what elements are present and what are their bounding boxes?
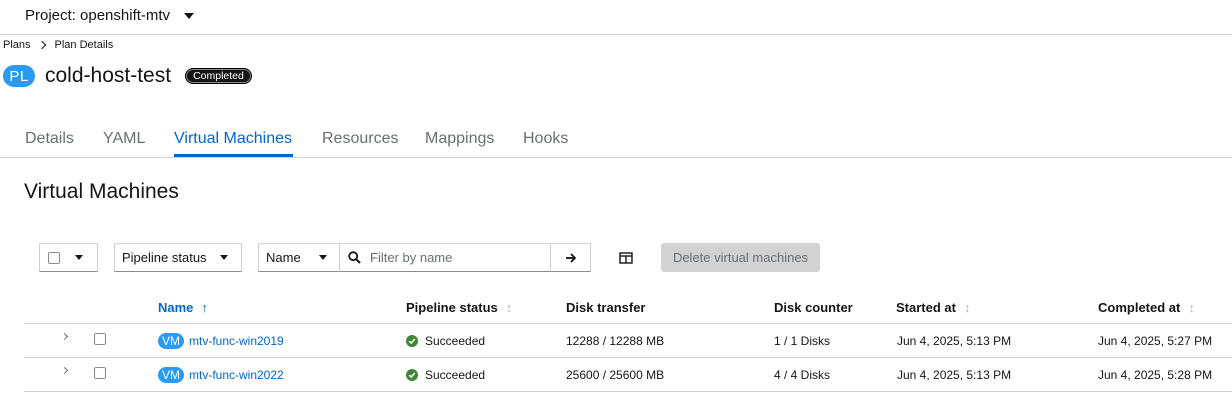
project-bar: Project: openshift-mtv [0, 0, 1232, 35]
sort-asc-icon: ↑ [201, 300, 208, 315]
table-row: VM mtv-func-win2022 Succeeded 25600 / 25… [24, 358, 1232, 392]
caret-down-icon [75, 255, 83, 260]
vm-badge: VM [158, 333, 184, 349]
project-selector[interactable]: Project: openshift-mtv [25, 7, 195, 24]
caret-down-icon [319, 255, 327, 260]
sort-icon: ↕ [1188, 300, 1195, 315]
name-filter-select[interactable]: Name [258, 243, 340, 272]
tab-hooks[interactable]: Hooks [523, 130, 568, 148]
bulk-select-dropdown[interactable] [39, 243, 98, 272]
tab-yaml[interactable]: YAML [103, 130, 145, 148]
column-header-disk-transfer: Disk transfer [566, 300, 646, 315]
caret-down-icon [184, 12, 195, 19]
started-at-cell: Jun 4, 2025, 5:13 PM [897, 334, 1012, 348]
tabs: Details YAML Virtual Machines Resources … [0, 120, 1232, 158]
manage-columns-button[interactable] [612, 244, 640, 272]
vm-badge: VM [158, 367, 184, 383]
sort-icon: ↕ [963, 300, 971, 315]
search-icon [348, 251, 361, 264]
vm-name-cell: VM mtv-func-win2019 [158, 333, 284, 349]
select-all-checkbox[interactable] [48, 251, 60, 264]
table-header: Name ↑ Pipeline status ↕ Disk transfer D… [24, 290, 1232, 324]
chevron-right-icon [37, 40, 46, 50]
row-select[interactable] [94, 367, 106, 379]
disk-counter-cell: 4 / 4 Disks [774, 368, 831, 382]
status-badge: Completed [185, 68, 252, 84]
row-checkbox[interactable] [94, 367, 106, 379]
disk-counter-cell: 1 / 1 Disks [774, 334, 831, 348]
delete-virtual-machines-button[interactable]: Delete virtual machines [661, 243, 820, 272]
row-checkbox[interactable] [94, 333, 106, 345]
section-title: Virtual Machines [24, 180, 179, 203]
row-select[interactable] [94, 333, 106, 345]
vm-name-cell: VM mtv-func-win2022 [158, 367, 284, 383]
sort-icon: ↕ [505, 300, 513, 315]
vm-name-link[interactable]: mtv-func-win2022 [189, 368, 284, 382]
chevron-right-icon [60, 332, 69, 341]
breadcrumb-plans[interactable]: Plans [3, 39, 31, 51]
breadcrumb: Plans Plan Details [3, 39, 113, 51]
column-header-name[interactable]: Name ↑ [158, 300, 208, 315]
search-input[interactable] [370, 250, 540, 265]
breadcrumb-plan-details: Plan Details [54, 39, 114, 51]
chevron-right-icon [60, 366, 69, 375]
check-circle-icon [406, 369, 418, 381]
pipeline-status-filter[interactable]: Pipeline status [114, 243, 242, 272]
active-tab-indicator [174, 154, 293, 157]
pipeline-status-cell: Succeeded [406, 368, 485, 382]
completed-at-cell: Jun 4, 2025, 5:27 PM [1098, 334, 1213, 348]
pipeline-status-text: Succeeded [425, 334, 486, 348]
column-header-disk-counter: Disk counter [774, 300, 853, 315]
arrow-right-icon [565, 252, 576, 263]
tab-resources[interactable]: Resources [322, 130, 398, 148]
check-circle-icon [406, 335, 418, 347]
column-header-completed-at[interactable]: Completed at ↕ [1098, 300, 1195, 315]
name-filter-label: Name [266, 250, 301, 265]
row-expand-toggle[interactable] [60, 366, 69, 375]
pipeline-status-filter-label: Pipeline status [122, 250, 207, 265]
disk-transfer-cell: 12288 / 12288 MB [566, 334, 665, 348]
tab-details[interactable]: Details [25, 130, 74, 148]
pipeline-status-cell: Succeeded [406, 334, 485, 348]
search-box [339, 243, 551, 272]
table-row: VM mtv-func-win2019 Succeeded 12288 / 12… [24, 324, 1232, 358]
plan-badge: PL [3, 65, 35, 87]
column-header-started-at[interactable]: Started at ↕ [896, 300, 970, 315]
column-header-pipeline-status[interactable]: Pipeline status ↕ [406, 300, 512, 315]
vm-name-link[interactable]: mtv-func-win2019 [189, 334, 284, 348]
tab-virtual-machines[interactable]: Virtual Machines [174, 130, 292, 148]
pipeline-status-text: Succeeded [425, 368, 486, 382]
completed-at-cell: Jun 4, 2025, 5:28 PM [1098, 368, 1213, 382]
columns-icon [619, 252, 633, 264]
caret-down-icon [220, 255, 228, 260]
project-label: Project: openshift-mtv [25, 7, 171, 24]
tab-mappings[interactable]: Mappings [425, 130, 494, 148]
title-row: PL cold-host-test Completed [3, 64, 252, 88]
row-expand-toggle[interactable] [60, 332, 69, 341]
search-submit-button[interactable] [550, 243, 591, 272]
disk-transfer-cell: 25600 / 25600 MB [566, 368, 665, 382]
page-title: cold-host-test [45, 64, 172, 87]
started-at-cell: Jun 4, 2025, 5:13 PM [897, 368, 1012, 382]
